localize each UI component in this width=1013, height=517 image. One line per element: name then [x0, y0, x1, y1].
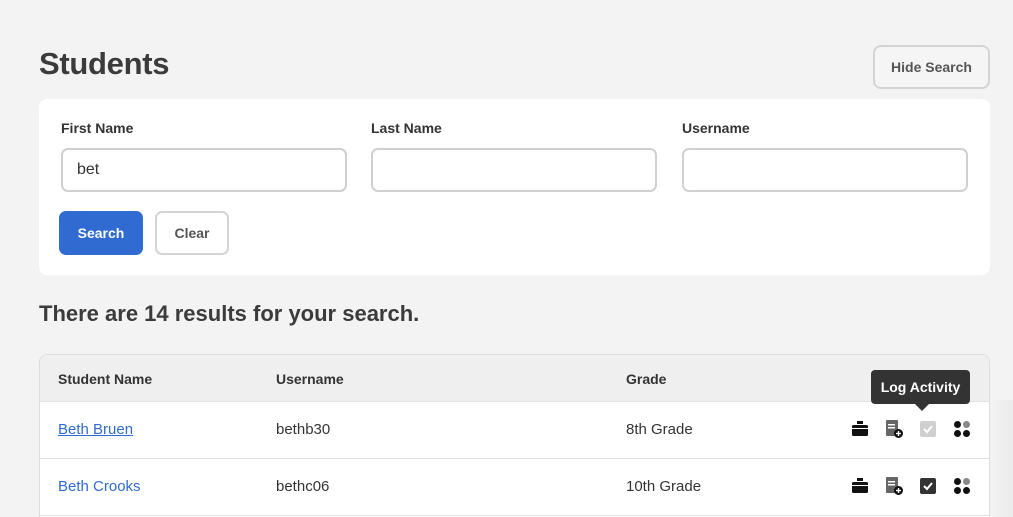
student-grade: 8th Grade: [626, 421, 693, 438]
checkbox-icon[interactable]: [918, 476, 938, 496]
last-name-field: Last Name: [371, 120, 657, 192]
last-name-label: Last Name: [371, 120, 442, 136]
dots-grid-icon[interactable]: [952, 419, 972, 439]
page-title: Students: [39, 46, 170, 81]
column-header-username: Username: [276, 371, 344, 387]
dots-grid-icon[interactable]: [952, 476, 972, 496]
add-document-icon[interactable]: [884, 476, 904, 496]
student-name-link[interactable]: Beth Crooks: [58, 478, 141, 495]
last-name-input[interactable]: [371, 148, 657, 192]
student-name-link[interactable]: Beth Bruen: [58, 421, 133, 438]
first-name-input[interactable]: [61, 148, 347, 192]
first-name-label: First Name: [61, 120, 134, 136]
first-name-field: First Name: [61, 120, 347, 192]
search-button[interactable]: Search: [59, 211, 143, 255]
column-header-student-name: Student Name: [58, 371, 153, 387]
log-activity-tooltip: Log Activity: [871, 370, 970, 411]
username-field: Username: [682, 120, 968, 192]
add-document-icon[interactable]: [884, 419, 904, 439]
students-table: Student Name Username Grade Beth Bruen b…: [39, 354, 990, 517]
search-panel: First Name Last Name Username Search Cle…: [39, 99, 990, 275]
username-label: Username: [682, 120, 750, 136]
username-input[interactable]: [682, 148, 968, 192]
hide-search-button[interactable]: Hide Search: [873, 45, 990, 89]
scroll-shadow: [987, 400, 1013, 517]
column-header-grade: Grade: [626, 371, 667, 387]
checkbox-icon[interactable]: [918, 419, 938, 439]
briefcase-icon[interactable]: [850, 476, 870, 496]
student-grade: 10th Grade: [626, 478, 702, 495]
clear-button[interactable]: Clear: [155, 211, 229, 255]
student-username: bethb30: [276, 421, 331, 438]
table-header: Student Name Username Grade: [40, 355, 989, 402]
row-actions: [850, 419, 972, 439]
row-actions: [850, 476, 972, 496]
briefcase-icon[interactable]: [850, 419, 870, 439]
table-row: Beth Bruen bethb30 8th Grade: [40, 402, 989, 459]
student-username: bethc06: [276, 478, 330, 495]
table-row: Beth Crooks bethc06 10th Grade: [40, 459, 989, 516]
results-summary: There are 14 results for your search.: [39, 301, 420, 326]
